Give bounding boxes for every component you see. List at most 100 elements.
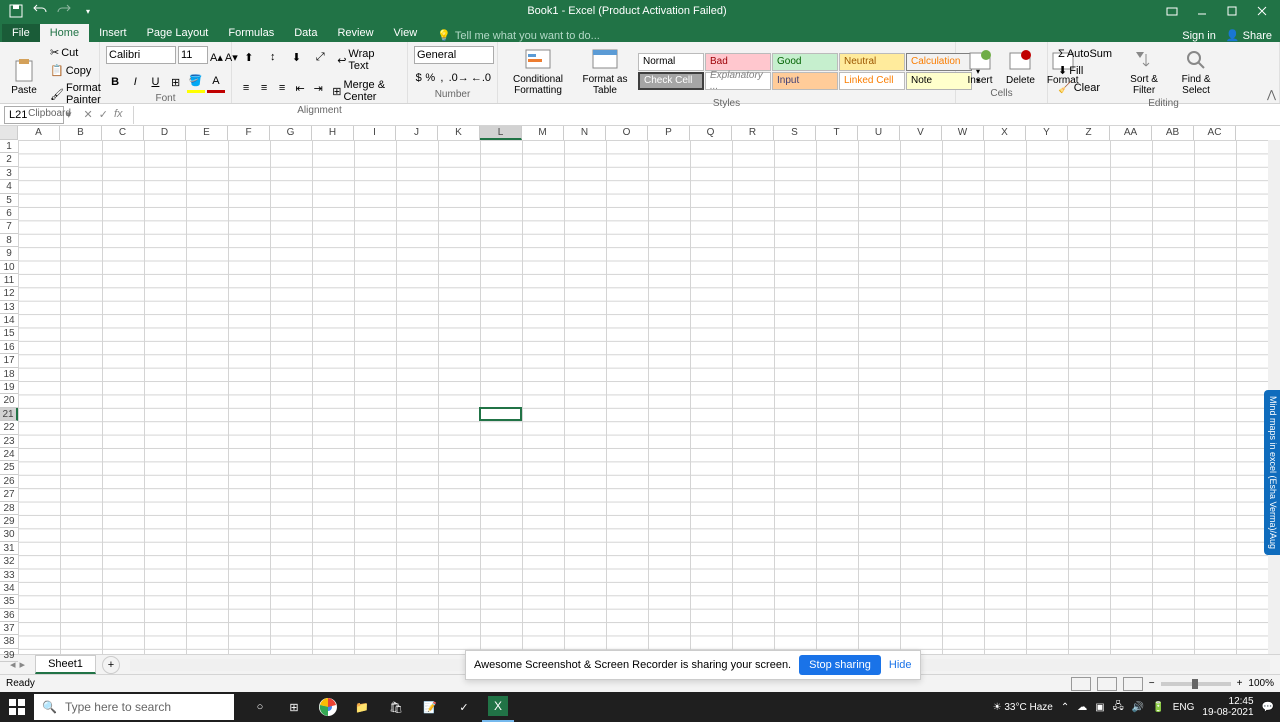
format-painter-button[interactable]: 🖌 Format Painter	[46, 80, 105, 108]
zoom-slider[interactable]	[1161, 682, 1231, 686]
maximize-icon[interactable]	[1218, 1, 1246, 21]
comma-icon[interactable]: ,	[437, 67, 446, 89]
font-size-select[interactable]	[178, 46, 208, 64]
insert-cells-button[interactable]: Insert	[962, 45, 998, 88]
align-bottom-icon[interactable]: ⬇	[286, 46, 308, 68]
side-extension-tab[interactable]: Mind maps in excel (Esha Verma)/Aug	[1264, 390, 1280, 555]
tray-lang[interactable]: ENG	[1173, 702, 1195, 713]
tab-page-layout[interactable]: Page Layout	[137, 24, 219, 42]
tray-volume-icon[interactable]: 🔊	[1132, 702, 1144, 713]
align-left-icon[interactable]: ≡	[238, 77, 254, 99]
style-check-cell[interactable]: Check Cell	[638, 72, 704, 90]
wrap-text-button[interactable]: ↩ Wrap Text	[333, 46, 401, 74]
tray-meet-icon[interactable]: ▣	[1095, 702, 1104, 713]
tray-clock[interactable]: 12:45 19-08-2021	[1202, 696, 1253, 718]
taskbar-search[interactable]: 🔍 Type here to search	[34, 694, 234, 720]
align-middle-icon[interactable]: ↕	[262, 46, 284, 68]
merge-button[interactable]: ⊞ Merge & Center	[328, 77, 401, 105]
row-header-28[interactable]: 28	[0, 502, 18, 515]
tray-network-icon[interactable]: 🖧	[1113, 699, 1124, 716]
number-format-select[interactable]	[414, 46, 494, 64]
style-explanatory[interactable]: Explanatory ...	[705, 72, 771, 90]
paste-button[interactable]: Paste	[6, 55, 42, 98]
row-header-38[interactable]: 38	[0, 635, 18, 648]
style-input[interactable]: Input	[772, 72, 838, 90]
percent-icon[interactable]: %	[425, 67, 435, 89]
font-color-icon[interactable]: A	[207, 71, 225, 93]
align-center-icon[interactable]: ≡	[256, 77, 272, 99]
style-normal[interactable]: Normal	[638, 53, 704, 71]
border-icon[interactable]: ⊞	[167, 71, 185, 93]
sheet-tab-1[interactable]: Sheet1	[35, 655, 96, 674]
sort-filter-button[interactable]: Sort & Filter	[1120, 44, 1168, 98]
clear-button[interactable]: 🧹 Clear	[1054, 79, 1116, 96]
tab-formulas[interactable]: Formulas	[218, 24, 284, 42]
style-linked-cell[interactable]: Linked Cell	[839, 72, 905, 90]
tab-review[interactable]: Review	[327, 24, 383, 42]
underline-icon[interactable]: U	[146, 71, 164, 93]
normal-view-icon[interactable]	[1071, 677, 1091, 691]
undo-icon[interactable]	[32, 3, 48, 19]
tab-home[interactable]: Home	[40, 24, 89, 42]
tab-insert[interactable]: Insert	[89, 24, 137, 42]
find-select-button[interactable]: Find & Select	[1172, 44, 1220, 98]
row-header-24[interactable]: 24	[0, 448, 18, 461]
ribbon-display-icon[interactable]	[1158, 1, 1186, 21]
row-header-15[interactable]: 15	[0, 327, 18, 340]
orientation-icon[interactable]: ⤢	[309, 46, 331, 68]
row-header-12[interactable]: 12	[0, 287, 18, 300]
tray-onedrive-icon[interactable]: ☁	[1077, 702, 1087, 713]
row-header-37[interactable]: 37	[0, 622, 18, 635]
italic-icon[interactable]: I	[126, 71, 144, 93]
row-header-16[interactable]: 16	[0, 341, 18, 354]
autosum-button[interactable]: Σ AutoSum	[1054, 46, 1116, 62]
decrease-decimal-icon[interactable]: ←.0	[471, 67, 491, 89]
format-table-button[interactable]: Format as Table	[576, 44, 634, 98]
row-header-22[interactable]: 22	[0, 421, 18, 434]
tell-me-search[interactable]: 💡 Tell me what you want to do...	[427, 29, 600, 42]
enter-formula-icon[interactable]: ✓	[99, 108, 108, 121]
tab-view[interactable]: View	[384, 24, 428, 42]
fill-color-icon[interactable]: 🪣	[187, 71, 205, 93]
row-header-7[interactable]: 7	[0, 220, 18, 233]
start-button[interactable]	[0, 692, 34, 722]
row-header-20[interactable]: 20	[0, 394, 18, 407]
signin-link[interactable]: Sign in	[1182, 30, 1216, 42]
increase-decimal-icon[interactable]: .0→	[449, 67, 469, 89]
zoom-level[interactable]: 100%	[1248, 678, 1274, 689]
row-header-2[interactable]: 2	[0, 153, 18, 166]
row-header-33[interactable]: 33	[0, 569, 18, 582]
stop-sharing-button[interactable]: Stop sharing	[799, 655, 881, 675]
font-name-select[interactable]	[106, 46, 176, 64]
row-header-27[interactable]: 27	[0, 488, 18, 501]
tab-file[interactable]: File	[2, 24, 40, 42]
indent-inc-icon[interactable]: ⇥	[310, 77, 326, 99]
align-right-icon[interactable]: ≡	[274, 77, 290, 99]
row-header-19[interactable]: 19	[0, 381, 18, 394]
share-button[interactable]: 👤 Share	[1226, 29, 1272, 42]
row-header-21[interactable]: 21	[0, 408, 18, 421]
row-header-6[interactable]: 6	[0, 207, 18, 220]
row-header-13[interactable]: 13	[0, 301, 18, 314]
indent-dec-icon[interactable]: ⇤	[292, 77, 308, 99]
redo-icon[interactable]	[56, 3, 72, 19]
fill-button[interactable]: ⬇ Fill	[1054, 62, 1116, 79]
save-icon[interactable]	[8, 3, 24, 19]
row-header-17[interactable]: 17	[0, 354, 18, 367]
tray-chevron-icon[interactable]: ⌃	[1061, 702, 1069, 713]
row-header-8[interactable]: 8	[0, 234, 18, 247]
sticky-notes-icon[interactable]: 📝	[414, 692, 446, 722]
page-layout-view-icon[interactable]	[1097, 677, 1117, 691]
row-header-29[interactable]: 29	[0, 515, 18, 528]
file-explorer-icon[interactable]: 📁	[346, 692, 378, 722]
row-header-14[interactable]: 14	[0, 314, 18, 327]
bold-icon[interactable]: B	[106, 71, 124, 93]
cut-button[interactable]: ✂ Cut	[46, 44, 105, 61]
style-good[interactable]: Good	[772, 53, 838, 71]
increase-size-icon[interactable]: A▴	[210, 46, 223, 68]
zoom-in-icon[interactable]: +	[1237, 678, 1243, 689]
row-header-25[interactable]: 25	[0, 461, 18, 474]
task-view-icon[interactable]: ⊞	[278, 692, 310, 722]
fx-icon[interactable]: fx	[114, 108, 123, 121]
align-top-icon[interactable]: ⬆	[238, 46, 260, 68]
